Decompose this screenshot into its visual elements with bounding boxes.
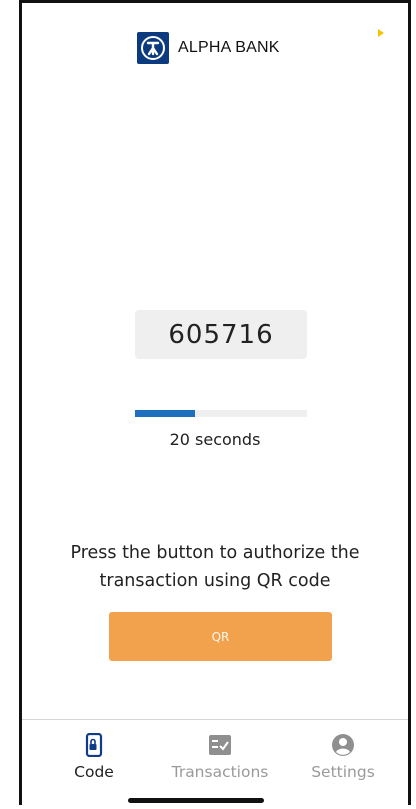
qr-button[interactable]: QR xyxy=(109,612,332,661)
alpha-bank-logo-icon xyxy=(137,32,169,64)
tabbar-divider xyxy=(22,719,408,720)
account-circle-icon xyxy=(332,734,354,756)
brand-name: ALPHA BANK xyxy=(178,39,280,56)
tab-settings-label: Settings xyxy=(311,763,375,781)
home-indicator[interactable] xyxy=(128,798,264,803)
bottom-tab-bar: Code Transactions Settings xyxy=(22,733,408,785)
phone-lock-icon xyxy=(85,733,103,757)
otp-timer-progress xyxy=(135,410,307,417)
otp-remaining-time: 20 seconds xyxy=(169,430,261,449)
qr-instruction-text: Press the button to authorize the transa… xyxy=(70,543,360,591)
otp-timer-progress-fill xyxy=(135,410,196,417)
tab-transactions-label: Transactions xyxy=(171,763,269,781)
app-header: ALPHA BANK xyxy=(22,28,408,68)
tab-code[interactable]: Code xyxy=(34,733,154,781)
tab-code-label: Code xyxy=(74,763,114,781)
checklist-icon xyxy=(209,735,231,755)
status-indicator-icon xyxy=(378,29,384,37)
otp-code: 605716 xyxy=(135,310,307,359)
app-window: ALPHA BANK 605716 20 seconds Press the b… xyxy=(19,0,411,805)
brand-logo: ALPHA BANK xyxy=(137,32,280,64)
tab-transactions[interactable]: Transactions xyxy=(160,733,280,781)
tab-settings[interactable]: Settings xyxy=(283,733,403,781)
